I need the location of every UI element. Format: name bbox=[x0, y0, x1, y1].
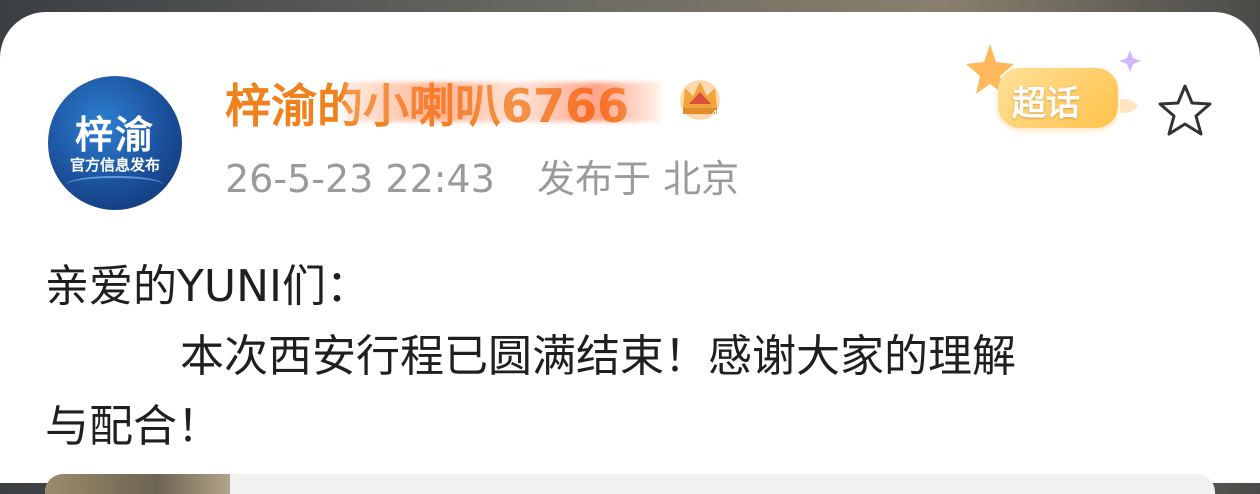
topic-badge-label: 超话 bbox=[1012, 84, 1080, 124]
avatar[interactable]: 梓渝 官方信息发布 bbox=[48, 76, 182, 210]
post-content-line-1: 亲爱的YUNI们： bbox=[45, 261, 370, 312]
post-location: 发布于 北京 bbox=[537, 157, 740, 201]
attached-media-preview[interactable] bbox=[45, 474, 1215, 494]
svg-text:4: 4 bbox=[711, 108, 718, 121]
avatar-title: 梓渝 bbox=[74, 113, 155, 157]
post-timestamp: 26-5-23 22:43 bbox=[225, 157, 495, 201]
crown-badge-icon[interactable]: 4 bbox=[675, 74, 725, 122]
post-content-line-3: 与配合！ bbox=[45, 401, 221, 452]
topic-badge[interactable]: 超话 bbox=[960, 42, 1150, 142]
star-outline-icon[interactable] bbox=[1156, 82, 1214, 140]
post-meta: 26-5-23 22:43 发布于 北京 bbox=[225, 148, 739, 203]
username-redaction-mask bbox=[345, 82, 660, 122]
post-content-line-2: 本次西安行程已圆满结束！感谢大家的理解 bbox=[180, 331, 1016, 382]
avatar-subtitle: 官方信息发布 bbox=[69, 156, 160, 174]
media-thumbnail[interactable] bbox=[45, 474, 230, 494]
avatar-ring-decoration bbox=[66, 176, 164, 194]
